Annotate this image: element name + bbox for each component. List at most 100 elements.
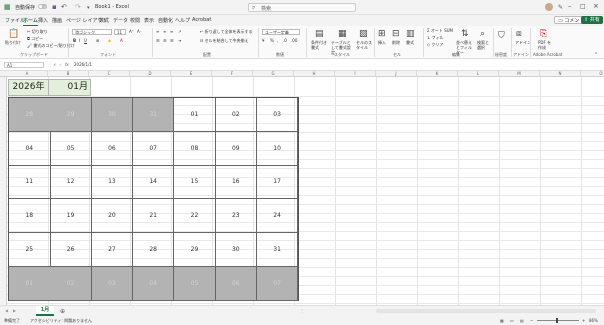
addins-icon[interactable]: ⧈ [516, 29, 522, 39]
align-right-icon[interactable]: ☰ [170, 38, 174, 43]
zoom-out-icon[interactable]: − [530, 318, 533, 323]
delete-cells-icon[interactable]: ⊟ [392, 29, 400, 39]
customize-toolbar-icon[interactable]: ▾ [87, 4, 90, 12]
calendar-day[interactable]: 25 [9, 232, 51, 267]
accessibility-status[interactable]: アクセシビリティ: 問題ありません [30, 318, 92, 324]
bold-icon[interactable]: B [73, 38, 76, 43]
sensitivity-icon[interactable]: ⛉ [498, 31, 505, 41]
calendar-day[interactable]: 26 [50, 232, 92, 267]
tab-data[interactable]: データ [113, 17, 128, 24]
pdf-icon[interactable]: ⎘ [540, 29, 547, 39]
calendar-day-other-month[interactable]: 02 [50, 266, 92, 301]
close-icon[interactable]: × [593, 2, 599, 10]
cell-styles-button[interactable]: セルのスタイル [356, 40, 372, 50]
calendar-day[interactable]: 30 [215, 232, 258, 267]
calendar-day[interactable]: 31 [256, 232, 299, 267]
sheet-bar-more-icon[interactable]: ⋮ [300, 308, 304, 313]
prev-sheet-icon[interactable]: ◀ [5, 308, 8, 313]
minimize-icon[interactable]: – [568, 2, 572, 10]
calendar-day[interactable]: 07 [132, 131, 175, 166]
paste-icon[interactable]: 📋 [8, 29, 19, 39]
search-box[interactable]: ⌕ 検索 [248, 3, 356, 12]
copy-button[interactable]: ⧉ コピー [27, 36, 43, 42]
conditional-format-button[interactable]: 条件付き書式 [311, 40, 329, 50]
tab-help[interactable]: ヘルプ [175, 17, 190, 24]
calendar-day[interactable]: 19 [50, 199, 92, 234]
calendar-day-other-month[interactable]: 01 [9, 266, 51, 301]
align-bottom-icon[interactable]: ≡ [170, 29, 173, 34]
addins-button[interactable]: アドイン [515, 40, 531, 46]
tab-automate[interactable]: 自動化 [158, 17, 173, 24]
calendar-day[interactable]: 11 [9, 165, 51, 200]
calendar-day[interactable]: 28 [132, 232, 175, 267]
underline-icon[interactable]: U [84, 38, 87, 43]
column-header[interactable]: D [130, 71, 171, 77]
year-cell[interactable]: 2026年 [8, 79, 49, 96]
increase-decimal-icon[interactable]: .0 [283, 38, 287, 43]
collapse-ribbon-icon[interactable]: ⌃ [594, 52, 598, 58]
calendar-day[interactable]: 22 [174, 199, 216, 234]
column-header[interactable]: H [294, 71, 335, 77]
calendar-day[interactable]: 09 [215, 131, 258, 166]
calendar-day[interactable]: 04 [9, 131, 51, 166]
sheet-tab[interactable]: 1月 [36, 306, 54, 316]
font-size-select[interactable]: 11 [114, 29, 126, 35]
zoom-slider[interactable] [537, 320, 579, 321]
align-top-icon[interactable]: ≡ [156, 29, 159, 34]
percent-icon[interactable]: % [270, 38, 274, 43]
column-header[interactable]: E [171, 71, 212, 77]
calendar-day[interactable]: 18 [9, 199, 51, 234]
maximize-icon[interactable]: □ [580, 3, 586, 10]
find-select-button[interactable]: 検索と選択 [477, 40, 491, 50]
tab-insert[interactable]: 挿入 [38, 17, 48, 24]
calendar-day[interactable]: 02 [215, 98, 258, 132]
column-header[interactable]: G [253, 71, 294, 77]
calendar-day[interactable]: 27 [91, 232, 134, 267]
column-header[interactable]: I [335, 71, 376, 77]
column-header[interactable]: J [376, 71, 417, 77]
wrap-text-button[interactable]: ↵ 折り返して全体を表示する [200, 29, 253, 35]
border-icon[interactable]: ⊞ [96, 38, 99, 43]
avatar[interactable] [545, 3, 553, 11]
orientation-icon[interactable]: ↗ [178, 29, 181, 34]
undo-icon[interactable]: ↶ [61, 3, 67, 11]
sort-filter-icon[interactable]: ⇅ [461, 29, 469, 39]
format-cells-icon[interactable]: ▥ [406, 29, 415, 39]
column-header[interactable]: A [7, 71, 48, 77]
column-header[interactable]: O [581, 71, 604, 77]
calendar-day[interactable]: 14 [132, 165, 175, 200]
calendar-day[interactable]: 15 [174, 165, 216, 200]
calendar-day-other-month[interactable]: 28 [9, 98, 51, 132]
name-box-more-icon[interactable]: ⋮ [48, 62, 52, 67]
currency-icon[interactable]: ¥ [262, 38, 265, 43]
number-format-select[interactable]: ユーザー定義 [262, 29, 300, 35]
italic-icon[interactable]: I [79, 38, 80, 43]
tab-home[interactable]: ホーム [23, 17, 38, 26]
calendar-day-other-month[interactable]: 30 [91, 98, 134, 132]
column-header[interactable]: L [458, 71, 499, 77]
month-cell[interactable]: 01月 [49, 79, 91, 96]
font-color-icon[interactable]: A [120, 38, 123, 43]
redo-icon[interactable]: ↷ [75, 3, 81, 11]
font-shrink-icon[interactable]: A⁻ [137, 29, 142, 34]
autosum-button[interactable]: Σ オート SUM [427, 28, 453, 34]
insert-function-icon[interactable]: fx [65, 62, 69, 67]
tab-file[interactable]: ファイル [5, 17, 25, 24]
column-header[interactable]: F [212, 71, 253, 77]
merge-center-button[interactable]: ⊟ セルを結合して中央揃え [200, 38, 249, 44]
next-sheet-icon[interactable]: ▶ [13, 308, 16, 313]
indent-icon[interactable]: ⇥ [178, 38, 181, 43]
find-select-icon[interactable]: ⌕ [480, 29, 485, 39]
calendar-day[interactable]: 16 [215, 165, 258, 200]
worksheet-grid[interactable]: ABCDEFGHIJKLMNO 2026年 01月 28 29 30 31 01 02 03… [0, 71, 604, 305]
tab-draw[interactable]: 描画 [52, 17, 62, 24]
calendar-day[interactable]: 10 [256, 131, 299, 166]
delete-cells-button[interactable]: 削除 [392, 40, 400, 46]
align-left-icon[interactable]: ☰ [156, 38, 160, 43]
tab-acrobat[interactable]: Acrobat [192, 17, 211, 23]
calendar-day[interactable]: 08 [174, 131, 216, 166]
calendar-day[interactable]: 13 [91, 165, 134, 200]
calendar-day[interactable]: 12 [50, 165, 92, 200]
calendar-day[interactable]: 29 [174, 232, 216, 267]
column-header[interactable]: C [89, 71, 130, 77]
